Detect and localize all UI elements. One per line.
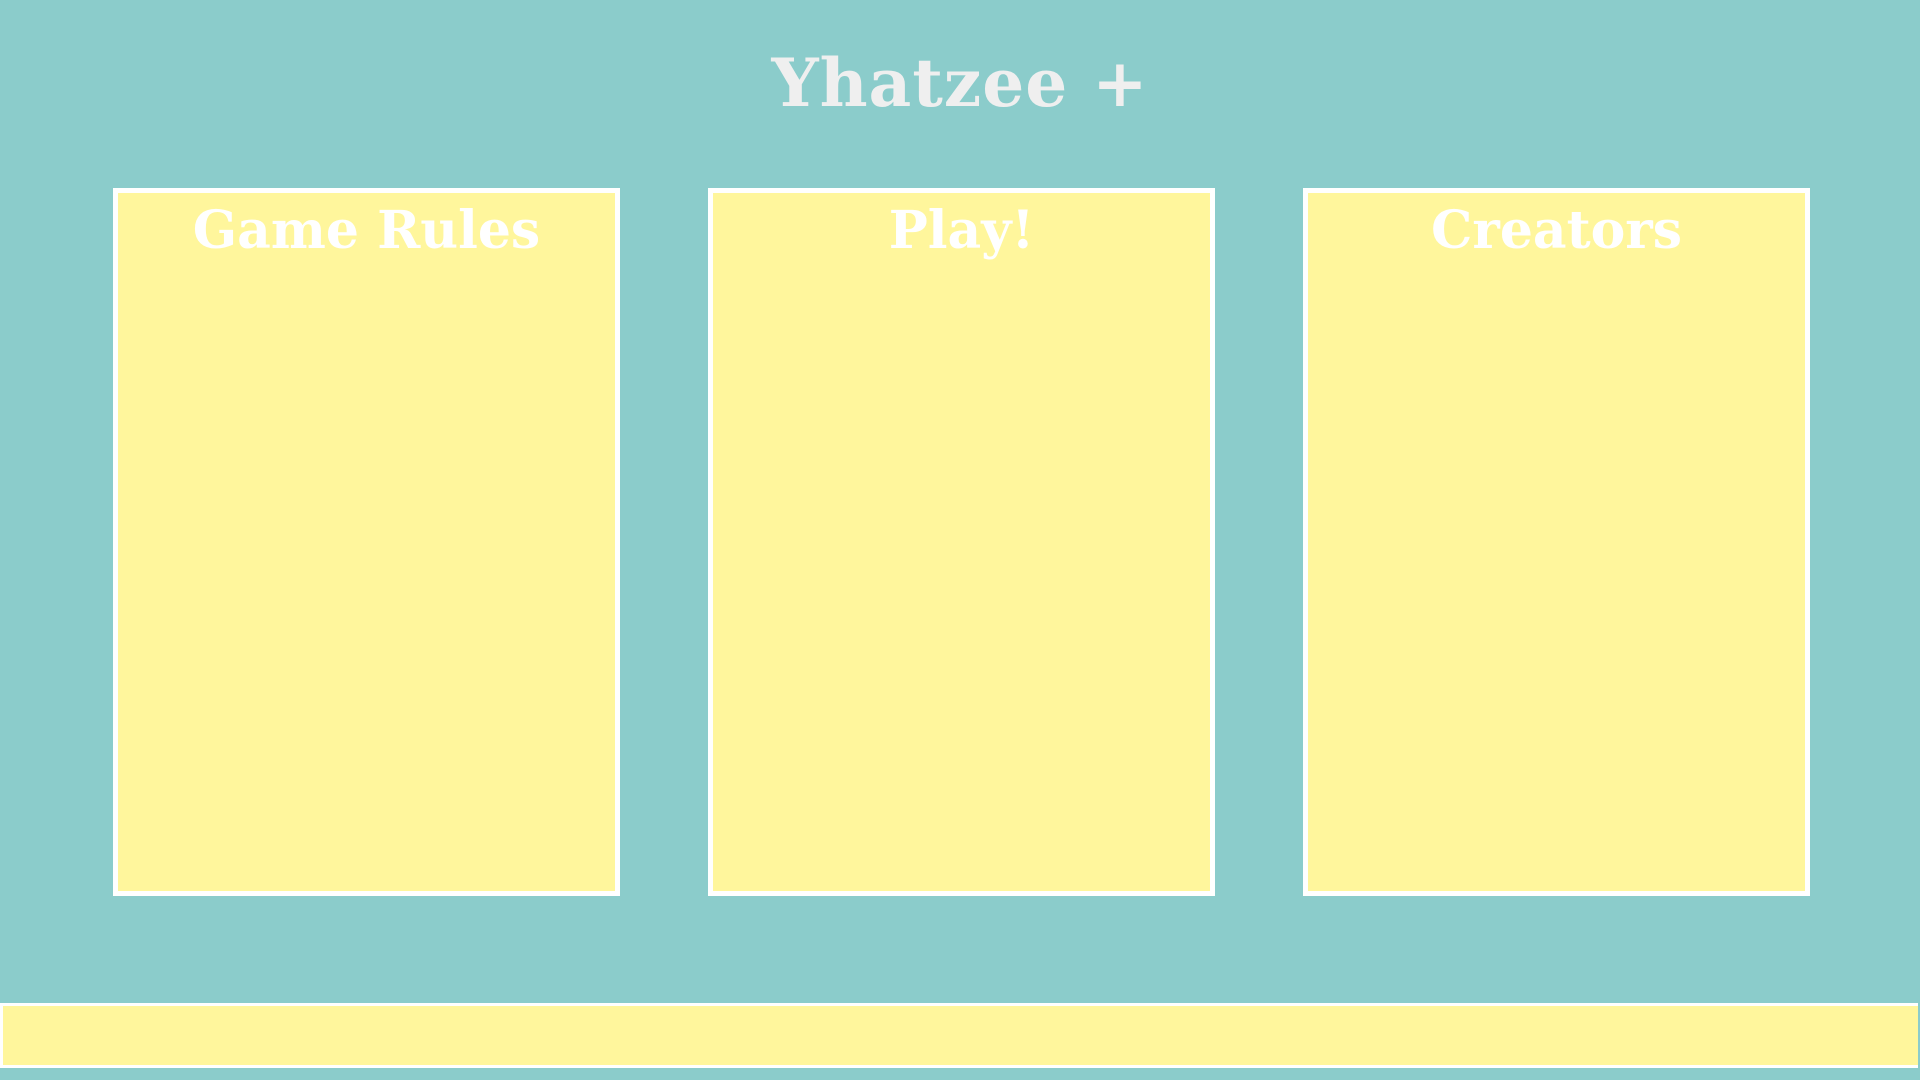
play-card[interactable]: Play!: [708, 188, 1215, 896]
play-card-title: Play!: [888, 200, 1035, 261]
game-rules-card-title: Game Rules: [192, 200, 541, 261]
page-title: Yhatzee +: [771, 44, 1149, 122]
game-rules-card[interactable]: Game Rules: [113, 188, 620, 896]
creators-card[interactable]: Creators: [1303, 188, 1810, 896]
footer-bar: [0, 1003, 1918, 1068]
page-root: Yhatzee + Game Rules Play! Creators: [0, 0, 1920, 1080]
creators-card-title: Creators: [1431, 200, 1682, 261]
